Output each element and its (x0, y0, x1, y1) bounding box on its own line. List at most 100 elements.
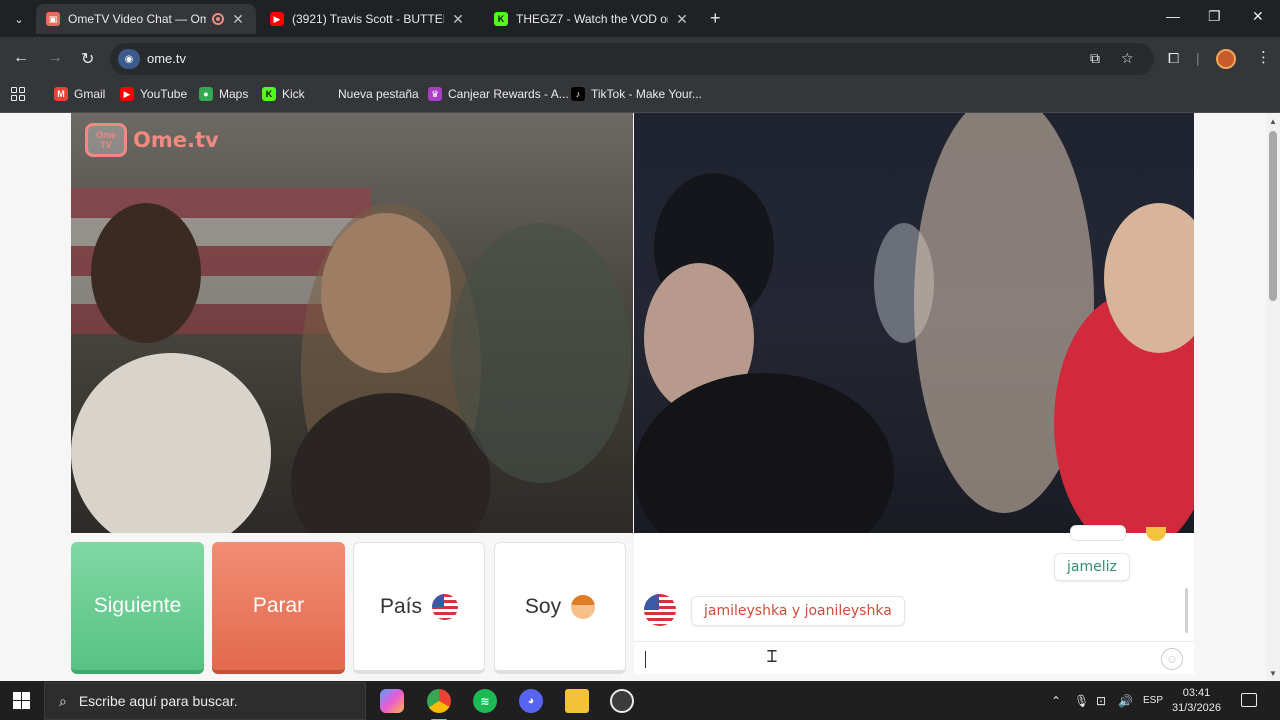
tray-expand-icon[interactable]: ⌃ (1051, 694, 1061, 708)
profile-avatar[interactable] (1216, 49, 1236, 69)
us-flag-icon (644, 594, 676, 626)
gender-button[interactable]: Soy (494, 542, 626, 674)
text-caret (645, 651, 646, 668)
maximize-button[interactable]: ❐ (1208, 8, 1221, 25)
close-tab-icon[interactable]: ✕ (674, 11, 690, 28)
stop-button-label: Parar (252, 594, 305, 617)
search-icon: ⌕ (59, 692, 67, 709)
bookmark-maps[interactable]: ● Maps (199, 87, 248, 101)
bookmark-youtube[interactable]: ▶ YouTube (120, 87, 187, 101)
notifications-icon[interactable] (1241, 693, 1257, 707)
my-message: jameliz (1054, 553, 1130, 581)
extensions-icon[interactable]: ⧠ (1168, 50, 1179, 67)
bookmark-label: YouTube (140, 87, 188, 101)
bookmark-tiktok[interactable]: ♪ TikTok - Make Your... (571, 87, 702, 101)
chat-panel: jameliz jamileyshka y joanileyshka Ꮖ ☺ (634, 525, 1194, 674)
scroll-down-arrow-icon[interactable]: ▼ (1269, 669, 1277, 678)
clock-date: 31/3/2026 (1172, 702, 1221, 714)
site-info-icon[interactable]: ◉ (118, 49, 140, 69)
volume-icon[interactable]: 🔊 (1118, 694, 1133, 708)
address-bar[interactable]: ◉ ome.tv ⧉ ☆ (110, 43, 1154, 75)
bookmark-label: Maps (219, 87, 249, 101)
recording-icon (212, 13, 224, 25)
tab-title: (3921) Travis Scott - BUTTERFLY (292, 12, 444, 26)
file-explorer-icon[interactable] (565, 689, 589, 713)
message-text: jamileyshka y joanileyshka (704, 603, 892, 619)
logo-text: Ome.tv (133, 128, 219, 152)
stranger-video (634, 113, 1194, 533)
us-flag-icon (432, 593, 459, 620)
bookmark-rewards[interactable]: ♛ Canjear Rewards - A... (428, 87, 569, 101)
bookmark-label: Kick (282, 87, 305, 101)
bookmark-star-icon[interactable]: ☆ (1121, 50, 1134, 67)
clock-time: 03:41 (1182, 687, 1211, 699)
close-tab-icon[interactable]: ✕ (230, 11, 246, 28)
tab-strip: ⌄ ▣ OmeTV Video Chat — Ome ✕ ▶ (3921) Tr… (0, 0, 1280, 37)
obs-recorder-icon[interactable] (610, 689, 634, 713)
spotify-icon[interactable]: ≋ (473, 689, 497, 713)
bookmarks-bar: M Gmail ▶ YouTube ● Maps K Kick Nueva pe… (0, 81, 1280, 113)
bookmark-new-tab[interactable]: Nueva pestaña (318, 87, 419, 101)
ometv-favicon-icon: ▣ (46, 12, 60, 26)
taskbar-clock[interactable]: 03:41 31/3/2026 (1172, 686, 1221, 716)
close-window-button[interactable]: ✕ (1252, 8, 1264, 25)
microphone-icon[interactable]: 🎙 (1074, 694, 1089, 708)
url-text: ome.tv (147, 51, 187, 66)
minimize-button[interactable]: — (1166, 8, 1180, 24)
emoji-picker-icon[interactable]: ☺ (1161, 648, 1183, 670)
new-tab-button[interactable]: + (710, 8, 721, 29)
apps-grid-icon[interactable] (11, 87, 25, 101)
discord-icon[interactable]: ◕ (519, 689, 543, 713)
bookmark-label: Gmail (74, 87, 106, 101)
reload-icon[interactable]: ↻ (81, 49, 94, 69)
tab-youtube[interactable]: ▶ (3921) Travis Scott - BUTTERFLY ✕ (260, 4, 476, 34)
kick-favicon-icon: K (494, 12, 508, 26)
bookmark-kick[interactable]: K Kick (262, 87, 305, 101)
taskbar-search[interactable]: ⌕ Escribe aquí para buscar. (44, 682, 366, 720)
chrome-icon[interactable] (427, 689, 451, 720)
country-button[interactable]: País (353, 542, 485, 674)
country-button-label: País (379, 594, 423, 618)
stop-button[interactable]: Parar (212, 542, 345, 674)
page-scrollbar[interactable]: ▲ ▼ (1266, 113, 1280, 681)
bookmark-gmail[interactable]: M Gmail (54, 87, 105, 101)
previous-message-bubble (1070, 525, 1126, 541)
browser-toolbar: ← → ↻ ◉ ome.tv ⧉ ☆ ⧠ | (0, 37, 1280, 81)
tab-kick[interactable]: K THEGZ7 - Watch the VOD on Ki ✕ (484, 4, 700, 34)
ometv-tv-icon: Ome TV (85, 123, 127, 157)
chat-input[interactable]: Ꮖ ☺ (634, 641, 1194, 674)
emoji-icon (1146, 527, 1166, 541)
message-text: jameliz (1067, 559, 1117, 575)
rewards-icon: ♛ (428, 87, 442, 101)
input-language[interactable]: ESP (1143, 695, 1163, 706)
scroll-up-arrow-icon[interactable]: ▲ (1269, 117, 1277, 126)
youtube-favicon-icon: ▶ (270, 12, 284, 26)
tab-title: OmeTV Video Chat — Ome (68, 12, 206, 26)
back-arrow-icon[interactable]: ← (13, 49, 29, 67)
bookmark-label: Nueva pestaña (338, 87, 419, 101)
gmail-icon: M (54, 87, 68, 101)
tab-title: THEGZ7 - Watch the VOD on Ki (516, 12, 668, 26)
ometv-page: Ome TV Ome.tv Siguiente Parar País Soy j… (0, 113, 1266, 681)
maps-pin-icon: ● (199, 87, 213, 101)
kick-icon: K (262, 87, 276, 101)
bookmark-label: Canjear Rewards - A... (448, 87, 569, 101)
gender-button-label: Soy (524, 594, 562, 618)
scroll-thumb[interactable] (1269, 131, 1277, 301)
search-placeholder: Escribe aquí para buscar. (78, 693, 238, 709)
network-icon[interactable]: ⊡ (1096, 694, 1106, 708)
cast-icon[interactable]: ⧉ (1090, 50, 1100, 67)
text-cursor-icon: Ꮖ (767, 649, 778, 666)
copilot-icon[interactable] (380, 689, 404, 713)
next-button-label: Siguiente (93, 594, 182, 617)
stranger-message: jamileyshka y joanileyshka (691, 596, 905, 626)
chat-scrollbar[interactable] (1185, 588, 1188, 633)
close-tab-icon[interactable]: ✕ (450, 11, 466, 28)
next-button[interactable]: Siguiente (71, 542, 204, 674)
forward-arrow-icon[interactable]: → (47, 49, 63, 67)
windows-start-icon[interactable] (13, 692, 30, 709)
menu-dots-icon[interactable]: ⋮ (1256, 48, 1271, 66)
windows-taskbar: ⌕ Escribe aquí para buscar. ≋ ◕ ⌃ 🎙 ⊡ 🔊 … (0, 682, 1280, 720)
tab-ometv[interactable]: ▣ OmeTV Video Chat — Ome ✕ (36, 4, 256, 34)
tab-search-button[interactable]: ⌄ (8, 8, 30, 30)
